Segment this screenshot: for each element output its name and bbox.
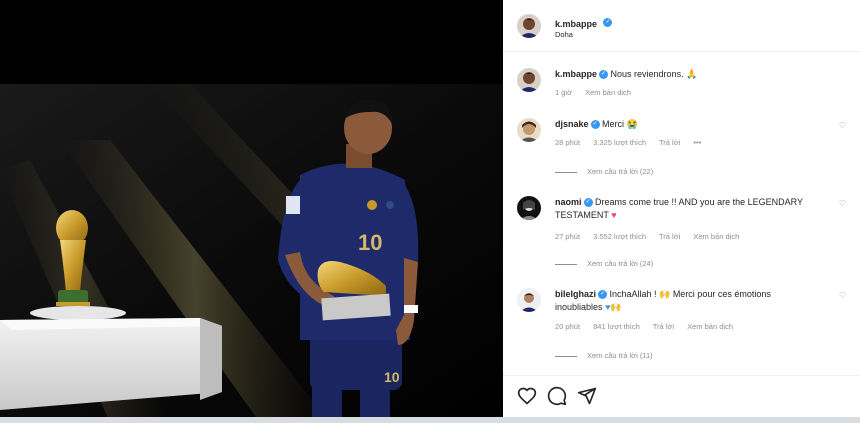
comment-text-row-2: inoubliables ♥🙌 xyxy=(555,302,622,313)
comment-translate[interactable]: Xem bản dịch xyxy=(693,232,739,241)
comment-text: Dreams come true !! AND you are the LEGE… xyxy=(595,197,803,207)
hands-emoji: 🙌 xyxy=(659,289,671,299)
comment-username[interactable]: bilelghazi xyxy=(555,289,596,299)
comment-like-icon[interactable]: ♡ xyxy=(839,199,846,208)
comment-time[interactable]: 28 phút xyxy=(555,138,580,147)
comment-icon[interactable] xyxy=(547,386,567,406)
svg-text:10: 10 xyxy=(384,369,400,385)
comment-time[interactable]: 27 phút xyxy=(555,232,580,241)
avatar[interactable] xyxy=(517,14,541,38)
comment-like-icon[interactable]: ♡ xyxy=(839,291,846,300)
view-replies-label[interactable]: Xem câu trả lời (24) xyxy=(587,259,653,268)
comment-likes[interactable]: 3.325 lượt thích xyxy=(593,138,646,147)
verified-icon: ✓ xyxy=(598,290,608,300)
comment-reply-button[interactable]: Trả lời xyxy=(659,232,680,241)
caption-text-row: k.mbappe ✓ Nous reviendrons. 🙏 xyxy=(555,69,697,80)
trophy-plinth xyxy=(0,306,222,410)
view-replies-label[interactable]: Xem câu trả lời (22) xyxy=(587,167,653,176)
comment-meta: 20 phút 841 lượt thích Trả lời Xem bản d… xyxy=(555,322,744,331)
comment-text-row: bilelghazi ✓ InchaAllah ! 🙌 Merci pour ce… xyxy=(555,289,771,300)
verified-icon: ✓ xyxy=(599,70,609,80)
post-image[interactable]: 10 10 xyxy=(0,0,503,423)
caption-username[interactable]: k.mbappe xyxy=(555,69,597,79)
hands-emoji: 🙌 xyxy=(610,302,622,312)
share-icon[interactable] xyxy=(577,386,597,406)
comment-like-icon[interactable]: ♡ xyxy=(839,121,846,130)
comment-more-icon[interactable]: ••• xyxy=(693,138,701,147)
verified-icon: ✓ xyxy=(583,198,593,208)
comment-meta: 28 phút 3.325 lượt thích Trả lời ••• xyxy=(555,138,712,147)
comment-translate[interactable]: Xem bản dịch xyxy=(687,322,733,331)
comment-text: InchaAllah ! xyxy=(609,289,657,299)
comment-meta: 27 phút 3.552 lượt thích Trả lời Xem bản… xyxy=(555,232,750,241)
verified-icon: ✓ xyxy=(603,18,613,28)
view-replies-label[interactable]: Xem câu trả lời (11) xyxy=(587,351,653,360)
comment-reply-button[interactable]: Trả lời xyxy=(653,322,674,331)
caption-translate[interactable]: Xem bản dịch xyxy=(585,88,631,97)
verified-icon: ✓ xyxy=(590,120,600,130)
comment-text-b: Merci pour ces émotions xyxy=(672,289,771,299)
caption-text: Nous reviendrons. xyxy=(610,69,684,79)
comment-text-row: naomi ✓ Dreams come true !! AND you are t… xyxy=(555,197,803,208)
post-header: k.mbappe ✓ Doha xyxy=(503,0,860,52)
avatar[interactable] xyxy=(517,118,541,142)
avatar[interactable] xyxy=(517,196,541,220)
comment-likes[interactable]: 3.552 lượt thích xyxy=(593,232,646,241)
post-photo: 10 10 xyxy=(0,0,503,423)
avatar[interactable] xyxy=(517,288,541,312)
pray-emoji: 🙏 xyxy=(686,69,698,79)
jersey-number: 10 xyxy=(358,230,382,255)
view-replies[interactable]: Xem câu trả lời (24) xyxy=(555,259,653,268)
avatar[interactable] xyxy=(517,68,541,92)
comment-username[interactable]: djsnake xyxy=(555,119,589,129)
location[interactable]: Doha xyxy=(555,30,573,39)
face-emoji: 😭 xyxy=(626,119,638,129)
comment-time[interactable]: 20 phút xyxy=(555,322,580,331)
comment-reply-button[interactable]: Trả lời xyxy=(659,138,680,147)
comment-text: Merci xyxy=(602,119,625,129)
view-replies[interactable]: Xem câu trả lời (11) xyxy=(555,351,653,360)
comment-text-cont: inoubliables xyxy=(555,302,603,312)
post-side-panel: k.mbappe ✓ Doha k.mbappe ✓ Nous reviendro… xyxy=(503,0,860,423)
window-bottom-edge xyxy=(0,417,860,423)
comment-text-cont: TESTAMENT xyxy=(555,210,609,220)
comment-text-row-2: TESTAMENT ♥ xyxy=(555,210,617,220)
heart-emoji: ♥ xyxy=(611,210,617,220)
post-actions xyxy=(503,375,860,415)
view-replies[interactable]: Xem câu trả lời (22) xyxy=(555,167,653,176)
caption-time[interactable]: 1 giờ xyxy=(555,88,572,97)
like-icon[interactable] xyxy=(517,386,537,406)
comment-likes[interactable]: 841 lượt thích xyxy=(593,322,640,331)
comment-username[interactable]: naomi xyxy=(555,197,582,207)
caption-meta: 1 giờ Xem bản dịch xyxy=(555,88,642,97)
header-username[interactable]: k.mbappe xyxy=(555,19,597,29)
comment-text-row: djsnake ✓ Merci 😭 xyxy=(555,119,638,130)
